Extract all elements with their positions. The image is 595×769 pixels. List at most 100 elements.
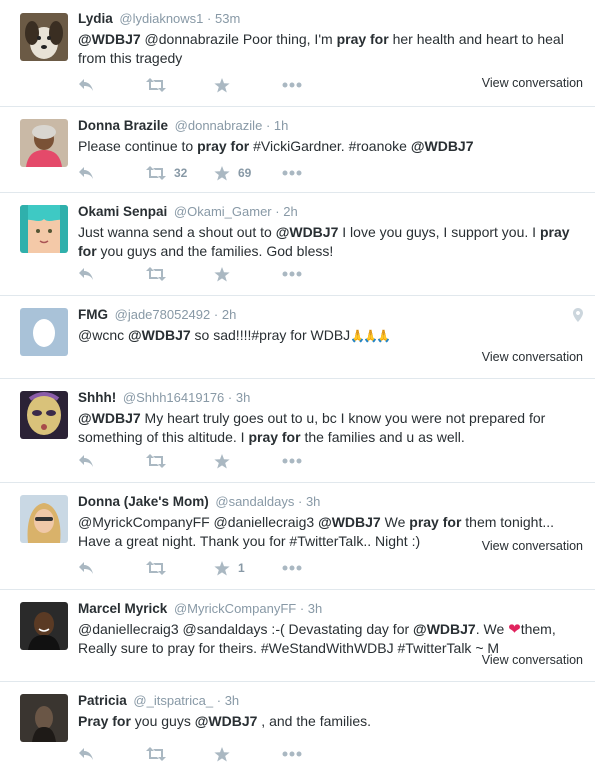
mention-link[interactable]: @WDBJ7: [413, 621, 476, 637]
separator-dot: ·: [207, 11, 212, 26]
avatar[interactable]: [20, 205, 68, 253]
separator-dot: ·: [227, 390, 233, 405]
tweet-header: Donna (Jake's Mom) @sandaldays · 3h: [78, 493, 583, 510]
reply-button[interactable]: [78, 561, 146, 575]
timestamp[interactable]: 3h: [306, 494, 320, 509]
view-conversation-link[interactable]: View conversation: [482, 76, 583, 90]
star-icon: [214, 77, 230, 92]
mention-link[interactable]: @WDBJ7: [411, 138, 474, 154]
mention-link[interactable]: @WDBJ7: [276, 224, 339, 240]
display-name[interactable]: Marcel Myrick: [78, 601, 167, 616]
tweet-header: Marcel Myrick @MyrickCompanyFF · 3h: [78, 600, 583, 617]
mention-link[interactable]: @WDBJ7: [78, 410, 141, 426]
more-button[interactable]: [282, 458, 350, 464]
display-name[interactable]: Okami Senpai: [78, 204, 167, 219]
favorite-button[interactable]: [214, 746, 282, 762]
reply-button[interactable]: [78, 267, 146, 281]
retweet-button[interactable]: [146, 78, 214, 92]
tweet[interactable]: Donna Brazile @donnabrazile · 1h Please …: [0, 107, 595, 193]
avatar[interactable]: [20, 308, 68, 356]
mention-link[interactable]: @MyrickCompanyFF @daniellecraig3: [78, 514, 318, 530]
separator-dot: ·: [299, 601, 305, 616]
tweet-text-segment: , and the families.: [257, 713, 372, 729]
username[interactable]: @_itspatrica_: [133, 693, 213, 708]
more-button[interactable]: [282, 565, 350, 571]
avatar[interactable]: [20, 602, 68, 650]
tweet[interactable]: Okami Senpai @Okami_Gamer · 2h Just wann…: [0, 193, 595, 296]
display-name[interactable]: Shhh!: [78, 390, 116, 405]
username[interactable]: @lydiaknows1: [119, 11, 203, 26]
mention-link[interactable]: @WDBJ7: [195, 713, 258, 729]
tweet-text-segment: you guys: [130, 713, 195, 729]
timestamp[interactable]: 3h: [225, 693, 239, 708]
tweet-header: FMG @jade78052492 · 2h: [78, 306, 583, 323]
view-conversation-link[interactable]: View conversation: [482, 350, 583, 364]
timestamp[interactable]: 2h: [222, 307, 236, 322]
favorite-button[interactable]: [214, 266, 282, 282]
tweet[interactable]: Patricia @_itspatrica_ · 3h Pray for you…: [0, 682, 595, 769]
display-name[interactable]: Lydia: [78, 11, 113, 26]
username[interactable]: @jade78052492: [115, 307, 211, 322]
ellipsis-icon: [282, 565, 302, 571]
mention-link[interactable]: @wcnc: [78, 327, 128, 343]
view-conversation-link[interactable]: View conversation: [482, 653, 583, 667]
avatar[interactable]: [20, 694, 68, 742]
retweet-button[interactable]: [146, 267, 214, 281]
username[interactable]: @Okami_Gamer: [174, 204, 272, 219]
more-button[interactable]: [282, 82, 350, 88]
mention-link[interactable]: @WDBJ7: [78, 31, 141, 47]
mention-link[interactable]: @WDBJ7: [128, 327, 191, 343]
display-name[interactable]: Patricia: [78, 693, 127, 708]
tweet[interactable]: Shhh! @Shhh16419176 · 3h @WDBJ7 My heart…: [0, 379, 595, 483]
separator-dot: ·: [265, 118, 271, 133]
tweet-text-segment: Just wanna send a shout out to: [78, 224, 276, 240]
mention-link[interactable]: @WDBJ7: [318, 514, 381, 530]
tweet[interactable]: Donna (Jake's Mom) @sandaldays · 3h @Myr…: [0, 483, 595, 590]
avatar[interactable]: [20, 13, 68, 61]
more-button[interactable]: [282, 751, 350, 757]
avatar[interactable]: [20, 495, 68, 543]
more-button[interactable]: [282, 170, 350, 176]
favorite-button[interactable]: 69: [214, 165, 282, 181]
favorite-button[interactable]: [214, 453, 282, 469]
tweet[interactable]: FMG @jade78052492 · 2h @wcnc @WDBJ7 so s…: [0, 296, 595, 379]
retweet-button[interactable]: [146, 747, 214, 761]
tweet-text-segment: I love you guys, I support you. I: [338, 224, 540, 240]
username[interactable]: @Shhh16419176: [123, 390, 224, 405]
retweet-icon: [146, 267, 166, 281]
reply-button[interactable]: [78, 454, 146, 468]
reply-button[interactable]: [78, 166, 146, 180]
reply-icon: [79, 268, 93, 280]
reply-button[interactable]: [78, 78, 146, 92]
timestamp[interactable]: 3h: [236, 390, 250, 405]
username[interactable]: @donnabrazile: [175, 118, 263, 133]
timestamp[interactable]: 3h: [308, 601, 322, 616]
retweet-button[interactable]: 32: [146, 166, 214, 180]
username[interactable]: @MyrickCompanyFF: [174, 601, 296, 616]
tweet-text-segment: . We: [475, 621, 509, 637]
display-name[interactable]: Donna Brazile: [78, 118, 168, 133]
tweet[interactable]: Marcel Myrick @MyrickCompanyFF · 3h @dan…: [0, 590, 595, 682]
retweet-icon: [146, 166, 166, 180]
separator-dot: ·: [297, 494, 303, 509]
display-name[interactable]: Donna (Jake's Mom): [78, 494, 209, 509]
favorite-button[interactable]: [214, 77, 282, 93]
favorite-button[interactable]: 1: [214, 560, 282, 576]
timestamp[interactable]: 1h: [274, 118, 288, 133]
more-button[interactable]: [282, 271, 350, 277]
location-pin-icon[interactable]: [573, 308, 583, 322]
avatar[interactable]: [20, 391, 68, 439]
reply-button[interactable]: [78, 747, 146, 761]
tweet[interactable]: Lydia @lydiaknows1 · 53m @WDBJ7 @donnabr…: [0, 0, 595, 107]
retweet-button[interactable]: [146, 561, 214, 575]
timestamp[interactable]: 2h: [283, 204, 297, 219]
timeline: Lydia @lydiaknows1 · 53m @WDBJ7 @donnabr…: [0, 0, 595, 769]
avatar[interactable]: [20, 119, 68, 167]
view-conversation-link[interactable]: View conversation: [482, 539, 583, 553]
retweet-button[interactable]: [146, 454, 214, 468]
mention-link[interactable]: @daniellecraig3 @sandaldays :-( Devastat…: [78, 621, 413, 637]
display-name[interactable]: FMG: [78, 307, 108, 322]
star-icon: [214, 165, 230, 180]
username[interactable]: @sandaldays: [215, 494, 294, 509]
timestamp[interactable]: 53m: [215, 11, 240, 26]
